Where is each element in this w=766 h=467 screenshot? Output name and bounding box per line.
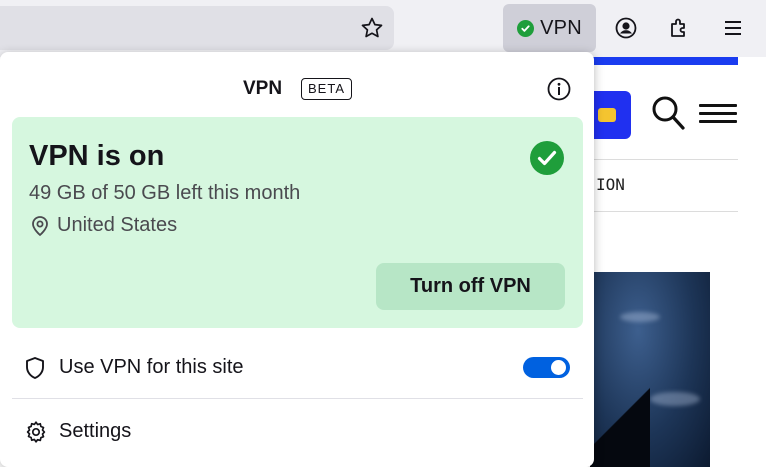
shield-icon	[26, 357, 44, 379]
settings-label: Settings	[59, 420, 132, 442]
panel-header: VPN BETA	[0, 52, 594, 116]
location-row: United States	[29, 214, 177, 237]
star-icon	[361, 17, 383, 38]
page-hamburger-icon[interactable]	[699, 104, 737, 124]
beta-badge: BETA	[301, 78, 352, 100]
settings-row[interactable]: Settings	[12, 409, 583, 455]
browser-toolbar: VPN	[0, 0, 766, 57]
status-title: VPN is on	[29, 140, 165, 172]
account-button[interactable]	[610, 12, 642, 44]
gear-icon	[26, 421, 46, 443]
page-header-bar	[590, 57, 738, 65]
bookmark-star-button[interactable]	[356, 12, 388, 44]
account-icon	[615, 17, 637, 39]
page-search-icon[interactable]	[650, 93, 686, 133]
vpn-toolbar-button[interactable]: VPN	[503, 4, 596, 52]
panel-divider	[12, 398, 583, 399]
use-vpn-for-site-row[interactable]: Use VPN for this site	[12, 341, 583, 393]
page-button-glyph	[598, 108, 616, 122]
extensions-icon	[671, 18, 685, 37]
use-vpn-for-site-toggle[interactable]	[523, 357, 570, 378]
use-vpn-for-site-label: Use VPN for this site	[59, 356, 244, 378]
info-icon[interactable]	[546, 76, 572, 102]
panel-title: VPN	[243, 78, 283, 99]
vpn-panel: VPN BETA VPN is on 49 GB of 50 GB left t…	[0, 52, 594, 467]
data-usage-text: 49 GB of 50 GB left this month	[29, 182, 301, 204]
turn-off-vpn-button[interactable]: Turn off VPN	[376, 263, 565, 310]
location-text: United States	[57, 214, 178, 236]
vpn-check-icon	[517, 19, 535, 37]
page-divider	[590, 211, 738, 212]
vpn-button-label: VPN	[540, 16, 582, 39]
page-nav-label[interactable]: ION	[596, 175, 625, 194]
url-bar[interactable]	[0, 6, 394, 50]
extensions-button[interactable]	[664, 12, 696, 44]
page-divider	[590, 159, 738, 160]
page-photo	[590, 272, 710, 467]
app-menu-button[interactable]	[717, 12, 749, 44]
menu-icon	[725, 21, 741, 35]
toggle-knob	[551, 360, 566, 375]
connected-check-icon	[530, 141, 564, 175]
vpn-status-card: VPN is on 49 GB of 50 GB left this month…	[12, 117, 583, 328]
location-pin-icon	[32, 215, 48, 236]
